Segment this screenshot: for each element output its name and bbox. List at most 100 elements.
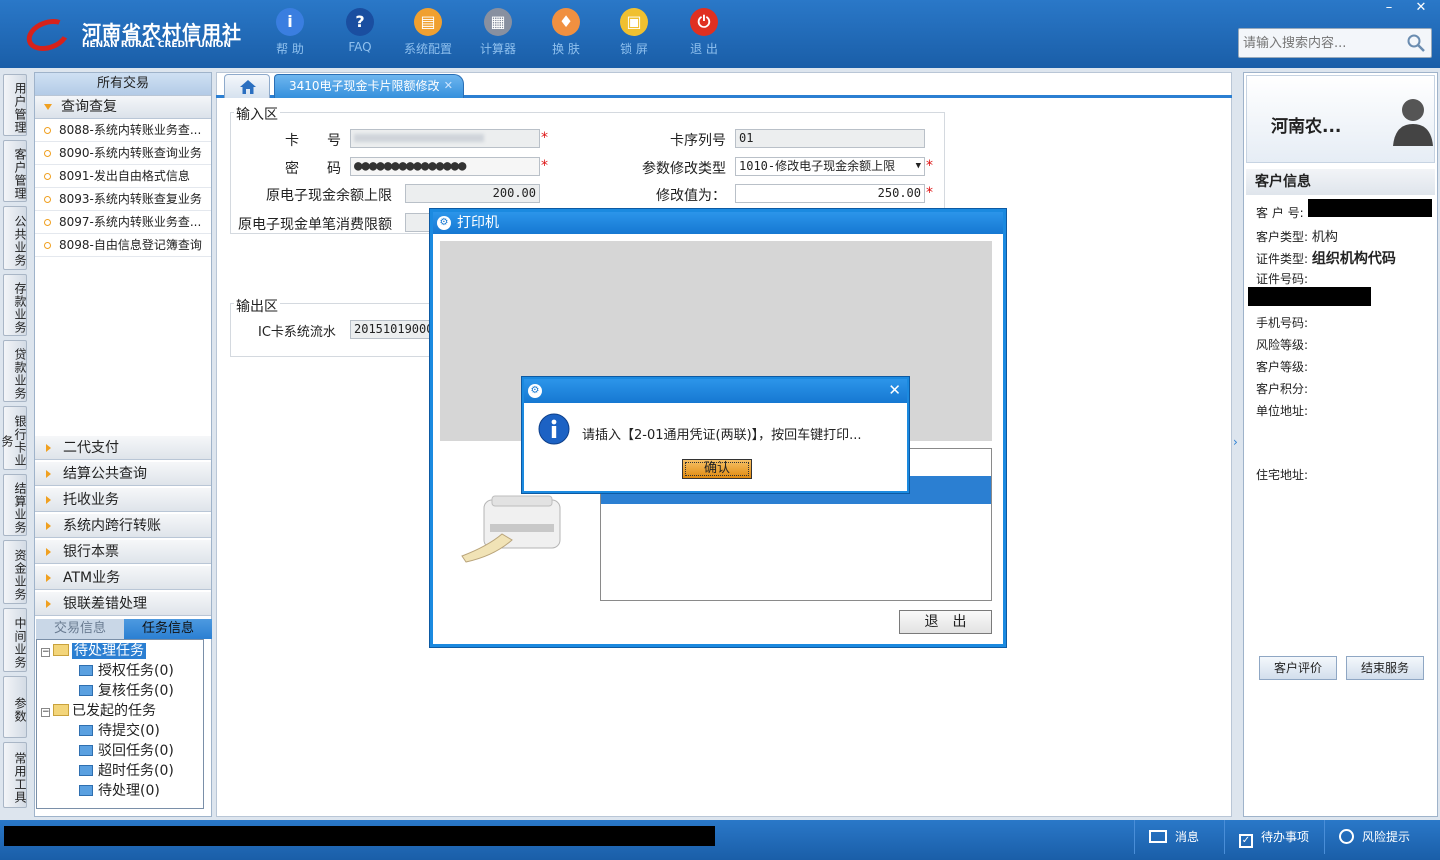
- card-no-label: 卡 号: [285, 133, 341, 149]
- tab-home[interactable]: [224, 74, 270, 98]
- status-bar: 消息 ✓ 待办事项 风险提示: [0, 820, 1440, 860]
- triangle-down-icon: [44, 104, 52, 110]
- tree-label: 待处理(0): [98, 783, 160, 799]
- nav-group[interactable]: 银联差错处理: [35, 592, 211, 616]
- collapse-right-panel-icon[interactable]: ›: [1233, 422, 1241, 462]
- output-area-title: 输出区: [234, 296, 280, 316]
- task-tree: − 待处理任务 授权任务(0) 复核任务(0) − 已发起的任务 待提交(0) 驳回…: [36, 639, 204, 809]
- tree-node-initiated[interactable]: − 已发起的任务: [41, 701, 156, 721]
- tab-transaction-info[interactable]: 交易信息: [36, 619, 124, 639]
- risk-alert-label: 风险提示: [1362, 830, 1411, 844]
- chevron-down-icon: ▼: [915, 161, 921, 171]
- module-tab-7[interactable]: 资金业务: [3, 540, 27, 604]
- toolbar-button-lock[interactable]: ▣ 锁 屏: [604, 8, 664, 62]
- nav-item[interactable]: 8097-系统内转账业务查...: [35, 211, 211, 234]
- tree-node-to-submit[interactable]: 待提交(0): [79, 721, 160, 741]
- label: 证件类型:: [1256, 252, 1309, 266]
- end-service-button[interactable]: 结束服务: [1346, 656, 1424, 680]
- toolbar-label: 退 出: [690, 42, 718, 56]
- nav-item[interactable]: 8090-系统内转账查询业务: [35, 142, 211, 165]
- customer-evaluation-button[interactable]: 客户评价: [1259, 656, 1337, 680]
- logo-icon: [22, 13, 74, 57]
- tree-node-pending[interactable]: − 待处理任务: [41, 641, 146, 661]
- tab-task-info[interactable]: 任务信息: [124, 619, 212, 639]
- password-field[interactable]: ●●●●●●●●●●●●●●●: [350, 157, 540, 176]
- nav-title: 所有交易: [35, 73, 211, 95]
- nav-group[interactable]: 二代支付: [35, 436, 211, 460]
- toolbar-label: 计算器: [479, 42, 516, 56]
- tree-node-auth[interactable]: 授权任务(0): [79, 661, 174, 681]
- home-address-label: 住宅地址:: [1256, 468, 1309, 482]
- toolbar-button-question[interactable]: ? FAQ: [330, 8, 390, 62]
- printer-icon: [461, 495, 561, 563]
- module-tab-2[interactable]: 公共业务: [3, 206, 27, 270]
- customer-name: 河南农...: [1271, 117, 1342, 137]
- task-icon: [79, 785, 93, 796]
- module-tab-6[interactable]: 结算业务: [3, 474, 27, 536]
- nav-group[interactable]: 托收业务: [35, 488, 211, 512]
- exit-button[interactable]: 退 出: [899, 610, 992, 634]
- risk-alert-button[interactable]: 风险提示: [1324, 820, 1440, 854]
- search-icon[interactable]: [1407, 34, 1425, 52]
- toolbar-button-power[interactable]: ⏻ 退 出: [674, 8, 734, 62]
- nav-section-query[interactable]: 查询查复: [35, 95, 211, 119]
- tab-bar: 3410电子现金卡片限额修改 ✕: [216, 72, 1232, 98]
- toolbar-button-calculator[interactable]: ▦ 计算器: [468, 8, 528, 62]
- messages-button[interactable]: 消息: [1134, 820, 1224, 854]
- todo-button[interactable]: ✓ 待办事项: [1224, 820, 1324, 854]
- module-tab-1[interactable]: 客户管理: [3, 140, 27, 202]
- required-mark: *: [926, 185, 933, 201]
- nav-item[interactable]: 8088-系统内转账业务查...: [35, 119, 211, 142]
- nav-section-label: 查询查复: [61, 99, 117, 115]
- tree-node-timeout[interactable]: 超时任务(0): [79, 761, 174, 781]
- tree-node-review[interactable]: 复核任务(0): [79, 681, 174, 701]
- param-type-select[interactable]: 1010-修改电子现金余额上限 ▼: [735, 157, 925, 176]
- module-tab-4[interactable]: 贷款业务: [3, 340, 27, 402]
- printer-title-bar[interactable]: ⚙ 打印机: [433, 212, 1003, 234]
- module-tab-5[interactable]: 银行卡业务: [0, 406, 27, 470]
- cust-points-label: 客户积分:: [1256, 382, 1309, 396]
- module-tab-9[interactable]: 参数: [3, 676, 27, 738]
- module-tab-3[interactable]: 存款业务: [3, 274, 27, 336]
- tree-node-rejected[interactable]: 驳回任务(0): [79, 741, 174, 761]
- tab-3410[interactable]: 3410电子现金卡片限额修改 ✕: [274, 74, 464, 98]
- toolbar-button-info[interactable]: i 帮 助: [260, 8, 320, 62]
- seq-field[interactable]: 01: [735, 129, 925, 148]
- info-tabs: 交易信息 任务信息: [36, 619, 212, 639]
- alert-title-bar[interactable]: ⚙ ✕: [524, 379, 907, 403]
- close-window-button[interactable]: ✕: [1408, 0, 1434, 18]
- nav-group[interactable]: 结算公共查询: [35, 462, 211, 486]
- nav-group[interactable]: 银行本票: [35, 540, 211, 564]
- nav-item[interactable]: 8091-发出自由格式信息: [35, 165, 211, 188]
- card-no-field[interactable]: [350, 129, 540, 148]
- toolbar-button-shirt[interactable]: ♦ 换 肤: [536, 8, 596, 62]
- module-tab-8[interactable]: 中间业务: [3, 608, 27, 672]
- module-tab-0[interactable]: 用户管理: [3, 74, 27, 136]
- toolbar-button-toolbox[interactable]: ▤ 系统配置: [398, 8, 458, 62]
- modify-label: 修改值为：: [656, 188, 726, 204]
- minimize-button[interactable]: –: [1376, 0, 1402, 18]
- nav-item[interactable]: 8093-系统内转账查复业务: [35, 188, 211, 211]
- close-tab-icon[interactable]: ✕: [444, 75, 453, 97]
- tree-node-to-process[interactable]: 待处理(0): [79, 781, 160, 801]
- redacted-block: [1248, 287, 1371, 306]
- nav-item[interactable]: 8098-自由信息登记簿查询: [35, 234, 211, 257]
- param-type-label: 参数修改类型: [642, 161, 726, 177]
- close-icon[interactable]: ✕: [888, 381, 901, 399]
- ic-serial-field[interactable]: 201510190001: [350, 320, 432, 339]
- info-icon: i: [276, 8, 304, 36]
- header-bar: 河南省农村信用社 HENAN RURAL CREDIT UNION i 帮 助? F…: [0, 0, 1440, 68]
- orig-limit-field[interactable]: 200.00: [405, 184, 540, 203]
- folder-icon: [53, 704, 69, 716]
- search-box[interactable]: [1238, 28, 1432, 58]
- nav-group[interactable]: 系统内跨行转账: [35, 514, 211, 538]
- cert-type-label: 证件类型: 组织机构代码: [1256, 248, 1396, 268]
- alert-message: 请插入【2-01通用凭证(两联)】，按回车键打印...: [582, 428, 862, 443]
- module-tab-10[interactable]: 常用工具: [3, 742, 27, 808]
- phone-label: 手机号码:: [1256, 316, 1309, 330]
- modify-field[interactable]: 250.00: [735, 184, 925, 203]
- nav-group[interactable]: ATM业务: [35, 566, 211, 590]
- confirm-button[interactable]: 确认: [682, 459, 752, 479]
- tree-label: 待处理任务: [72, 643, 146, 659]
- search-input[interactable]: [1239, 29, 1399, 57]
